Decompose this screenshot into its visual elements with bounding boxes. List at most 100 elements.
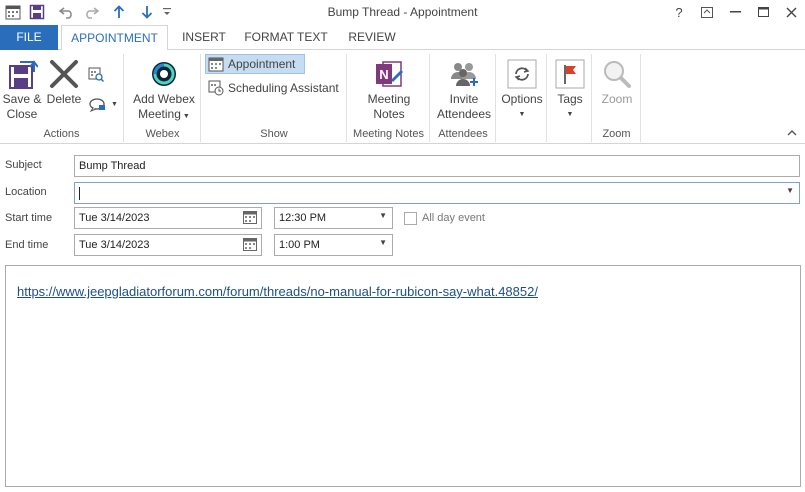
tags-dropdown-icon: ▼ [566, 111, 574, 118]
forward-button[interactable] [88, 64, 108, 84]
tags-label: Tags [557, 92, 583, 106]
group-attendees: Invite Attendees Attendees [431, 54, 496, 142]
scheduling-assistant-icon [208, 80, 224, 96]
meeting-notes-label-2: Notes [373, 107, 405, 121]
start-date-input[interactable]: Tue 3/14/2023 [74, 207, 262, 229]
appointment-view-icon [208, 57, 224, 72]
recurrence-icon [499, 56, 545, 92]
group-attendees-label: Attendees [438, 128, 488, 140]
tab-appointment[interactable]: APPOINTMENT [61, 25, 168, 51]
group-meeting-notes: N Meeting Notes Meeting Notes [348, 54, 430, 142]
options-label: Options [501, 92, 543, 106]
scheduling-assistant-button[interactable]: Scheduling Assistant [208, 78, 346, 98]
ribbon-tabs: FILE APPOINTMENT INSERT FORMAT TEXT REVI… [0, 25, 805, 51]
group-zoom-label: Zoom [602, 128, 631, 140]
collapse-ribbon-icon[interactable] [787, 127, 797, 139]
tab-review[interactable]: REVIEW [340, 25, 404, 50]
ribbon: Save & Close Delete ▼ Actions Add Webex … [0, 50, 805, 144]
all-day-label: All day event [422, 212, 485, 224]
calendar-app-icon[interactable] [2, 1, 24, 23]
appointment-view-button[interactable]: Appointment [205, 54, 305, 74]
tab-insert[interactable]: INSERT [176, 25, 232, 50]
invite-attendees-button[interactable]: Invite Attendees [433, 56, 495, 122]
end-date-calendar-icon[interactable] [243, 238, 257, 254]
group-actions-label: Actions [43, 128, 80, 140]
meeting-notes-button[interactable]: N Meeting Notes [354, 56, 424, 122]
customize-qat-icon[interactable] [160, 1, 174, 23]
save-icon[interactable] [26, 1, 48, 23]
group-zoom: Zoom Zoom [593, 54, 641, 142]
undo-icon[interactable] [56, 1, 78, 23]
maximize-icon[interactable] [749, 0, 777, 24]
start-time-dropdown-icon[interactable]: ▼ [379, 211, 387, 220]
delete-icon [44, 56, 84, 92]
meeting-options-dropdown-icon: ▼ [111, 100, 118, 108]
end-time-dropdown-icon[interactable]: ▼ [379, 238, 387, 247]
forward-icon [88, 67, 104, 82]
tab-format-text[interactable]: FORMAT TEXT [240, 25, 332, 50]
close-icon[interactable] [777, 0, 805, 24]
next-item-icon[interactable] [136, 1, 158, 23]
location-label: Location [5, 186, 47, 198]
start-time-label: Start time [5, 212, 53, 224]
group-tags: Tags ▼ [548, 54, 592, 142]
svg-text:N: N [379, 67, 388, 82]
invite-attendees-label-2: Attendees [436, 107, 492, 121]
delete-button[interactable]: Delete [44, 56, 84, 107]
start-time-input[interactable]: 12:30 PM ▼ [274, 207, 393, 229]
group-actions: Save & Close Delete ▼ Actions [0, 54, 124, 142]
end-time-value: 1:00 PM [279, 239, 320, 251]
group-webex: Add Webex Meeting ▼ Webex [125, 54, 201, 142]
add-webex-label-2: Meeting [138, 107, 181, 121]
group-meeting-notes-label: Meeting Notes [353, 128, 424, 140]
previous-item-icon[interactable] [108, 1, 130, 23]
end-time-input[interactable]: 1:00 PM ▼ [274, 234, 393, 256]
invite-attendees-label-1: Invite [449, 92, 479, 106]
end-time-label: End time [5, 239, 49, 251]
add-webex-meeting-button[interactable]: Add Webex Meeting ▼ [129, 56, 199, 124]
ribbon-display-options-icon[interactable] [693, 0, 721, 24]
location-input[interactable]: ▼ [74, 182, 800, 204]
appointment-view-label: Appointment [228, 57, 296, 71]
tags-button[interactable]: Tags ▼ [550, 56, 590, 122]
end-date-value: Tue 3/14/2023 [79, 239, 150, 251]
zoom-icon [595, 56, 639, 92]
save-close-icon [2, 56, 42, 92]
add-webex-label-1: Add Webex [133, 92, 195, 106]
minimize-icon[interactable] [721, 0, 749, 24]
scheduling-assistant-label: Scheduling Assistant [228, 81, 339, 95]
text-caret [79, 187, 80, 200]
group-webex-label: Webex [145, 128, 180, 140]
quick-access-toolbar [0, 0, 174, 24]
add-webex-dropdown-icon: ▼ [182, 113, 190, 120]
zoom-button[interactable]: Zoom [595, 56, 639, 107]
meeting-notes-label-1: Meeting [367, 92, 411, 106]
start-time-value: 12:30 PM [279, 212, 327, 224]
options-button[interactable]: Options ▼ [499, 56, 545, 122]
redo-icon[interactable] [80, 1, 102, 23]
options-dropdown-icon: ▼ [518, 111, 526, 118]
location-dropdown-icon[interactable]: ▼ [786, 186, 794, 195]
subject-input[interactable]: Bump Thread [74, 155, 800, 177]
start-date-value: Tue 3/14/2023 [79, 212, 150, 224]
delete-label: Delete [46, 92, 82, 106]
body-link[interactable]: https://www.jeepgladiatorforum.com/forum… [17, 284, 538, 299]
save-close-button[interactable]: Save & Close [2, 56, 42, 122]
subject-label: Subject [5, 159, 42, 171]
end-date-input[interactable]: Tue 3/14/2023 [74, 234, 262, 256]
save-close-label-1: Save & [2, 92, 42, 106]
message-body[interactable]: https://www.jeepgladiatorforum.com/forum… [5, 265, 801, 487]
zoom-btn-label: Zoom [601, 92, 633, 106]
all-day-checkbox[interactable] [404, 212, 417, 225]
help-icon[interactable]: ? [665, 0, 693, 24]
tab-file[interactable]: FILE [0, 25, 58, 50]
invite-attendees-icon [433, 56, 495, 92]
meeting-options-button[interactable]: ▼ [88, 94, 120, 114]
onenote-icon: N [354, 56, 424, 92]
start-date-calendar-icon[interactable] [243, 211, 257, 227]
group-show: Appointment Scheduling Assistant Show [202, 54, 347, 142]
flag-icon [550, 56, 590, 92]
group-show-label: Show [260, 128, 288, 140]
save-close-label-2: Close [6, 107, 38, 121]
window-controls: ? [665, 0, 805, 24]
